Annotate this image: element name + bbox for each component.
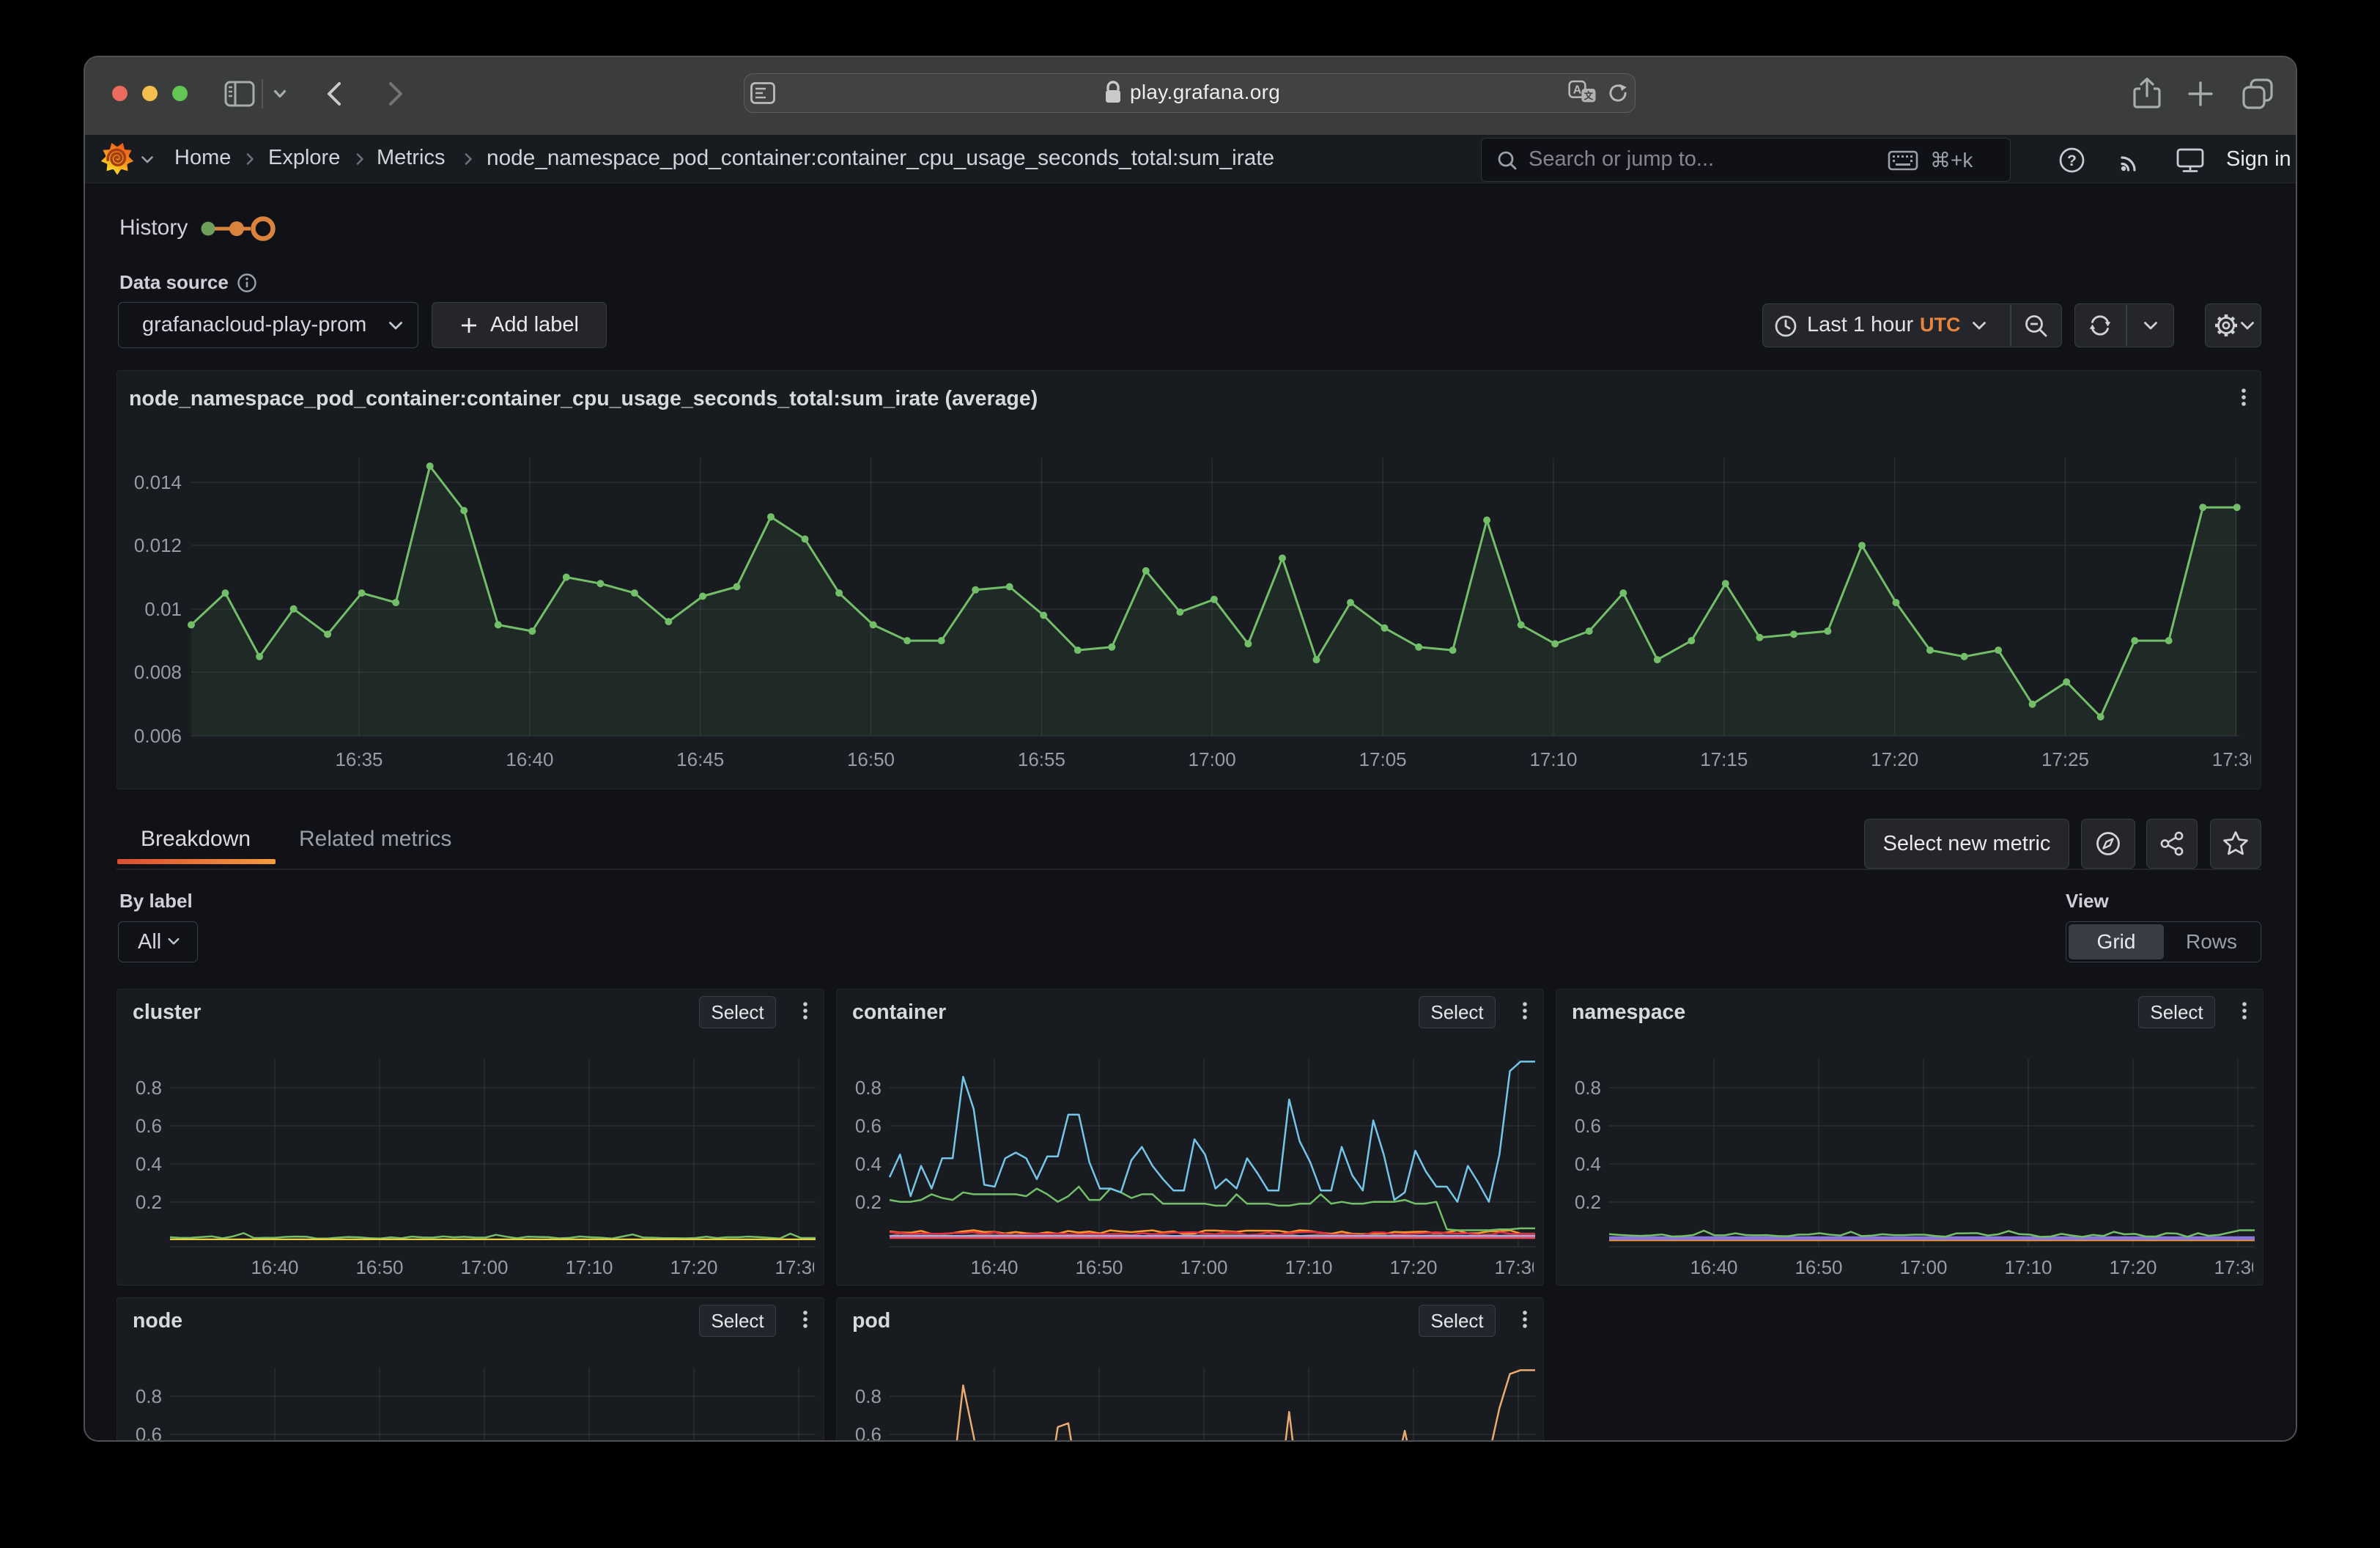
svg-text:16:40: 16:40 [970, 1256, 1018, 1278]
svg-text:文: 文 [1584, 90, 1594, 101]
svg-text:0.6: 0.6 [136, 1423, 162, 1442]
svg-text:16:35: 16:35 [335, 748, 382, 770]
svg-text:16:50: 16:50 [847, 748, 895, 770]
svg-text:17:10: 17:10 [2004, 1256, 2052, 1278]
svg-text:17:00: 17:00 [1899, 1256, 1947, 1278]
svg-text:0.4: 0.4 [855, 1153, 882, 1175]
svg-text:17:20: 17:20 [1871, 748, 1918, 770]
svg-text:0.6: 0.6 [136, 1115, 162, 1137]
svg-text:0.2: 0.2 [1575, 1191, 1601, 1213]
svg-text:17:20: 17:20 [1389, 1256, 1437, 1278]
svg-text:17:20: 17:20 [670, 1256, 717, 1278]
svg-text:17:00: 17:00 [1189, 748, 1236, 770]
svg-text:0.6: 0.6 [1575, 1115, 1601, 1137]
svg-text:16:50: 16:50 [1075, 1256, 1123, 1278]
svg-text:17:30: 17:30 [775, 1256, 822, 1278]
svg-text:17:20: 17:20 [2109, 1256, 2157, 1278]
svg-text:17:30: 17:30 [2214, 1256, 2261, 1278]
svg-text:0.8: 0.8 [1575, 1077, 1601, 1099]
svg-text:17:00: 17:00 [1180, 1256, 1227, 1278]
svg-text:17:30: 17:30 [2212, 748, 2260, 770]
svg-text:17:10: 17:10 [1529, 748, 1577, 770]
svg-text:0.6: 0.6 [855, 1115, 882, 1137]
svg-text:?: ? [2067, 152, 2077, 169]
svg-text:16:55: 16:55 [1018, 748, 1065, 770]
svg-text:17:25: 17:25 [2041, 748, 2089, 770]
svg-text:0.8: 0.8 [855, 1385, 882, 1407]
svg-text:17:00: 17:00 [460, 1256, 508, 1278]
svg-text:0.2: 0.2 [855, 1191, 882, 1213]
svg-text:17:30: 17:30 [1494, 1256, 1542, 1278]
svg-text:17:05: 17:05 [1359, 748, 1407, 770]
svg-text:0.01: 0.01 [144, 598, 182, 620]
svg-text:0.014: 0.014 [134, 471, 182, 493]
svg-text:0.8: 0.8 [136, 1385, 162, 1407]
svg-text:0.006: 0.006 [134, 725, 182, 747]
svg-text:16:50: 16:50 [355, 1256, 403, 1278]
svg-text:16:45: 16:45 [676, 748, 724, 770]
svg-text:16:50: 16:50 [1795, 1256, 1842, 1278]
svg-text:16:40: 16:40 [506, 748, 553, 770]
svg-text:16:40: 16:40 [1690, 1256, 1737, 1278]
svg-text:0.2: 0.2 [136, 1191, 162, 1213]
svg-text:0.6: 0.6 [855, 1423, 882, 1442]
svg-text:0.4: 0.4 [1575, 1153, 1601, 1175]
svg-text:16:40: 16:40 [251, 1256, 298, 1278]
svg-text:A: A [1573, 84, 1582, 97]
svg-text:0.008: 0.008 [134, 661, 182, 683]
svg-text:0.4: 0.4 [136, 1153, 162, 1175]
svg-text:17:10: 17:10 [565, 1256, 613, 1278]
svg-text:17:15: 17:15 [1700, 748, 1748, 770]
svg-text:17:10: 17:10 [1285, 1256, 1332, 1278]
svg-text:0.8: 0.8 [855, 1077, 882, 1099]
svg-text:0.012: 0.012 [134, 534, 182, 556]
svg-text:0.8: 0.8 [136, 1077, 162, 1099]
